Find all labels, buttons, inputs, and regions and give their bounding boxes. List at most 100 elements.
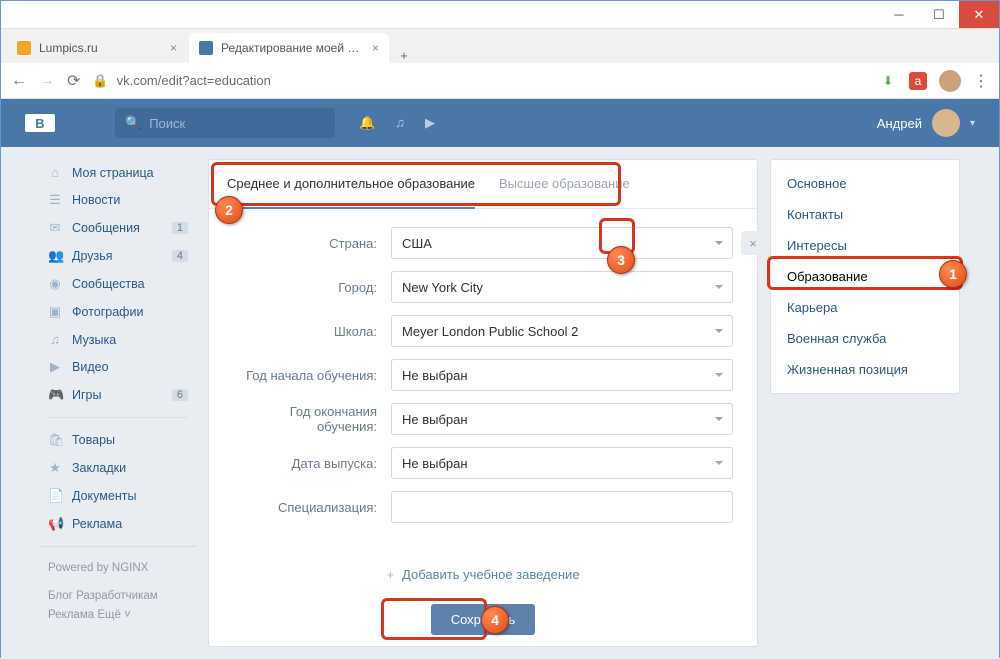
footer-link[interactable]: Блог [48,590,73,602]
search-placeholder: Поиск [149,116,185,131]
new-tab-button[interactable]: + [391,48,417,63]
nav-label: Закладки [72,461,126,475]
badge: 1 [172,222,188,234]
back-button[interactable]: ← [11,72,27,90]
search-input[interactable]: 🔍 Поиск [115,108,335,138]
header-user[interactable]: Андрей ▾ [877,109,975,137]
settings-nav-item[interactable]: Интересы [771,230,959,261]
browser-tab[interactable]: Редактирование моей страницы× [189,33,389,63]
settings-nav-item[interactable]: Жизненная позиция [771,354,959,385]
settings-nav-item[interactable]: Военная служба [771,323,959,354]
settings-nav-item[interactable]: Контакты [771,199,959,230]
select-field[interactable]: Не выбран [391,359,733,391]
nav-icon: ★ [48,460,62,476]
sidebar-item[interactable]: ✉Сообщения1 [40,214,196,242]
sidebar-item[interactable]: ★ Закладки [40,454,196,482]
extension-icon[interactable]: a [909,72,927,90]
annotation-3-badge: 3 [607,246,635,274]
badge: 4 [172,250,188,262]
main-panel: Среднее и дополнительное образование Высш… [208,159,758,647]
extension-icon[interactable]: ⬇ [879,72,897,90]
sidebar-item[interactable]: 🛍Товары [40,426,196,454]
select-field[interactable]: New York City [391,271,733,303]
sidebar-item[interactable]: ☰Новости [40,186,196,214]
url-field[interactable]: 🔒 vk.com/edit?act=education [92,73,867,89]
nav-icon: 🎮 [48,387,62,403]
form-row: Город:New York City [233,271,733,303]
sidebar-item[interactable]: ▶Видео [40,353,196,381]
nav-icon: ◉ [48,276,62,292]
education-form: Страна:США×Город:New York CityШкола:Meye… [209,209,757,553]
settings-nav-item[interactable]: Карьера [771,292,959,323]
add-school-link[interactable]: Добавить учебное заведение [209,553,757,596]
select-field[interactable]: США [391,227,733,259]
nav-label: Музыка [72,333,116,347]
maximize-button[interactable]: ☐ [919,1,959,28]
forward-button[interactable]: → [39,72,55,90]
close-tab-icon[interactable]: × [170,41,177,55]
field-label: Дата выпуска: [233,456,391,471]
nav-label: Документы [72,489,136,503]
clear-button[interactable]: × [741,231,765,255]
user-name: Андрей [877,116,922,131]
browser-window: ─ ☐ ✕ Lumpics.ru×Редактирование моей стр… [0,0,1000,658]
sidebar-item[interactable]: 🎮Игры6 [40,381,196,409]
chevron-down-icon: ▾ [970,118,975,129]
notifications-icon[interactable]: 🔔 [359,115,375,131]
select-field[interactable]: Meyer London Public School 2 [391,315,733,347]
annotation-2-badge: 2 [215,196,243,224]
sidebar-item[interactable]: ▣Фотографии [40,298,196,326]
select-field[interactable]: Не выбран [391,447,733,479]
sidebar-item[interactable]: 📢Реклама [40,510,196,538]
sidebar-item[interactable]: 👥Друзья4 [40,242,196,270]
nav-label: Видео [72,360,109,374]
profile-avatar[interactable] [939,70,961,92]
sidebar-item[interactable]: ◉Сообщества [40,270,196,298]
text-field[interactable] [391,491,733,523]
footer-link[interactable]: Реклама [48,609,94,621]
play-icon[interactable]: ▶ [425,115,435,131]
page-content: ⌂Моя страница☰Новости✉Сообщения1👥Друзья4… [1,147,999,659]
settings-nav-item[interactable]: Основное [771,168,959,199]
right-nav: ОсновноеКонтактыИнтересыОбразованиеКарье… [770,159,960,394]
field-label: Школа: [233,324,391,339]
header-icons: 🔔 ♫ ▶ [359,115,435,131]
address-bar: ← → ⟳ 🔒 vk.com/edit?act=education ⬇ a ⋮ [1,63,999,99]
close-tab-icon[interactable]: × [372,41,379,55]
sidebar-item[interactable]: 📄 Документы [40,482,196,510]
footer-link[interactable]: Разработчикам [76,590,158,602]
minimize-button[interactable]: ─ [879,1,919,28]
form-row: Школа:Meyer London Public School 2 [233,315,733,347]
education-tab[interactable]: Высшее образование [499,160,630,208]
nav-icon: 👥 [48,248,62,264]
powered-by: Powered by NGINX [40,555,196,583]
field-label: Страна: [233,236,391,251]
footer-links: Блог Разработчикам Реклама Ещё ˅ [40,583,196,630]
field-label: Год начала обучения: [233,368,391,383]
tab-label: Lumpics.ru [39,41,162,55]
browser-tab[interactable]: Lumpics.ru × [7,33,187,63]
footer-link[interactable]: Ещё ˅ [97,609,130,621]
settings-nav-item[interactable]: Образование [771,261,959,292]
close-button[interactable]: ✕ [959,1,999,28]
music-icon[interactable]: ♫ [395,115,405,131]
menu-button[interactable]: ⋮ [973,71,989,91]
vk-logo[interactable]: B [25,114,55,132]
nav-label: Сообщения [72,221,140,235]
form-row: Дата выпуска:Не выбран [233,447,733,479]
lock-icon: 🔒 [92,73,108,89]
nav-label: Моя страница [72,166,154,180]
sidebar-item[interactable]: ♫ Музыка [40,326,196,353]
nav-icon: 📄 [48,488,62,504]
search-icon: 🔍 [125,115,141,131]
user-avatar-icon [932,109,960,137]
nav-label: Фотографии [72,305,143,319]
tab-strip: Lumpics.ru×Редактирование моей страницы×… [1,29,999,63]
education-tab[interactable]: Среднее и дополнительное образование [227,160,475,209]
form-row: Специализация: [233,491,733,523]
select-field[interactable]: Не выбран [391,403,733,435]
sidebar-item[interactable]: ⌂Моя страница [40,159,196,186]
nav-icon: ♫ [48,332,62,347]
reload-button[interactable]: ⟳ [67,71,80,91]
form-row: Год окончания обучения:Не выбран [233,403,733,435]
